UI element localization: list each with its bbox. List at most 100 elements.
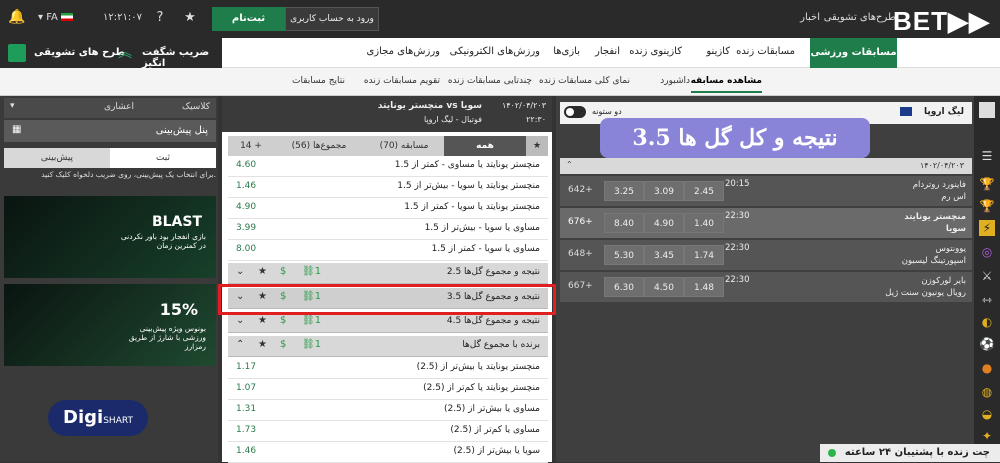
calculator-icon[interactable]: ▦ [12,124,21,135]
language-select[interactable]: ▾ FA [38,12,74,23]
odd-home[interactable]: 1.40 [684,213,724,233]
odd-home[interactable]: 1.74 [684,245,724,265]
subnav-match-view[interactable]: مشاهده مسابقه [690,76,762,93]
link-icon[interactable]: ⛓1 [302,339,321,350]
odd-draw[interactable]: 4.90 [644,213,684,233]
favorites-tab-icon[interactable]: ★ [526,136,548,156]
odd-away[interactable]: 5.30 [604,245,644,265]
tab-prediction[interactable]: پیش‌بینی [4,148,110,168]
market-row[interactable]: منچستر یونایتد یا سویا - بیش‌تر از 1.5 1.… [228,177,548,198]
market-row[interactable]: منچستر یونایتد یا کم‌تر از (2.5) 1.07 [228,379,548,400]
market-row[interactable]: منچستر یونایتد یا مساوی - کمتر از 1.5 4.6… [228,156,548,177]
swords-icon[interactable]: ⚔ [979,268,995,284]
link-icon[interactable]: ⛓1 [302,315,321,326]
market-group[interactable]: نتیجه و مجموع گل‌ها 2.5 ⌄ ★ $ ⛓1 [228,263,548,284]
site-logo[interactable]: BET▶▶ [893,6,990,37]
tab-match[interactable]: مسابقه (70) [364,136,444,156]
chevron-up-icon[interactable]: ⌃ [566,160,573,169]
odds-format-select[interactable]: کلاسیک [182,102,210,112]
market-group[interactable]: برنده با مجموع گل‌ها ⌃ ★ $ ⛓1 [228,336,548,357]
trophy-icon[interactable]: 🏆 [979,176,995,192]
nav-live[interactable]: مسابقات زنده [736,46,795,57]
two-column-toggle[interactable] [564,106,586,118]
volleyball-icon[interactable]: ◍ [979,384,995,400]
odd-draw[interactable]: 3.45 [644,245,684,265]
soccer-icon[interactable]: ⚽ [979,336,995,352]
crypto-bonus-banner[interactable]: 15% بونوس ویژه پیش‌بینی ورزشی با شارژ از… [4,284,216,366]
star-icon[interactable]: ★ [258,315,267,326]
selection-odd[interactable]: 1.73 [236,425,256,435]
badminton-icon[interactable]: ✦ [979,428,995,444]
nav-virtual[interactable]: ورزش‌های مجازی [366,46,440,57]
star-icon[interactable]: ★ [182,10,198,26]
register-button[interactable]: ثبت‌نام [212,7,285,31]
odd-draw[interactable]: 3.09 [644,181,684,201]
subnav-dashboard[interactable]: داشبورد [660,76,690,86]
odd-away[interactable]: 3.25 [604,181,644,201]
tab-all[interactable]: همه [444,136,526,156]
star-icon[interactable]: ★ [258,339,267,350]
market-group[interactable]: نتیجه و مجموع گل‌ها 4.5 ⌄ ★ $ ⛓1 [228,312,548,333]
menu-icon[interactable]: ☰ [979,148,995,164]
odds-type-select[interactable]: اعشاری [104,102,134,112]
lightning-icon[interactable]: ⚡ [979,220,995,236]
subnav-live-overview[interactable]: نمای کلی مسابقات زنده [539,76,630,86]
odd-home[interactable]: 2.45 [684,181,724,201]
match-row[interactable]: بایر لورکوزن رویال یونیون سنت ژیل 22:30 1… [560,272,972,302]
odd-away[interactable]: 8.40 [604,213,644,233]
selection-odd[interactable]: 1.17 [236,362,256,372]
subnav-results[interactable]: نتایج مسابقات [292,76,345,86]
promotions-link[interactable]: طرح‌های تشویقی [824,12,896,23]
trophy-icon[interactable]: 🏆 [979,198,995,214]
market-row[interactable]: مساوی یا سویا - کمتر از 1.5 8.00 [228,240,548,261]
login-button[interactable]: ورود به حساب کاربری [285,7,379,31]
tab-submit[interactable]: ثبت [110,148,216,168]
match-row[interactable]: فاینورد روتردام اس رم 20:15 2.45 3.09 3.2… [560,176,972,206]
market-row[interactable]: سویا یا بیش‌تر از (2.5) 1.46 [228,442,548,463]
promotions-button[interactable]: طرح های تشویقی [34,47,125,58]
dumbbell-icon[interactable]: ⇿ [979,292,995,308]
selection-odd[interactable]: 1.46 [236,181,256,191]
match-row[interactable]: یوونتوس اسپورتینگ لیسبون 22:30 1.74 3.45 … [560,240,972,270]
news-link[interactable]: اخبار [800,12,820,23]
odd-away[interactable]: 6.30 [604,277,644,297]
chevron-down-icon[interactable]: ⌄ [236,315,244,326]
collapse-icon[interactable] [979,102,995,118]
selection-odd[interactable]: 1.31 [236,404,256,414]
nav-casino[interactable]: کازینو [706,46,730,57]
selection-odd[interactable]: 4.60 [236,160,256,170]
market-row[interactable]: مساوی یا سویا - بیش‌تر از 1.5 3.99 [228,219,548,240]
chevron-up-icon[interactable]: ⌃ [236,339,244,350]
multiplier-button[interactable]: ضریب شگفت انگیز [142,47,222,69]
help-icon[interactable]: ? [152,10,168,26]
blast-banner[interactable]: BLAST بازی انفجار بود باور نکردنی در کمت… [4,196,216,278]
basketball-icon[interactable]: ● [979,360,995,376]
live-chat-button[interactable]: چت زنده با پشتیبان ۲۴ ساعته [820,444,1000,462]
more-markets[interactable]: 676+ [568,217,593,227]
nav-esports[interactable]: ورزش‌های الکترونیکی [450,46,540,57]
selection-odd[interactable]: 1.07 [236,383,256,393]
dollar-icon[interactable]: $ [280,266,286,277]
tennis-icon[interactable]: ◐ [979,314,995,330]
tab-totals[interactable]: مجموع‌ها (56) [274,136,364,156]
more-markets[interactable]: 642+ [568,185,593,195]
market-row[interactable]: مساوی یا بیش‌تر از (2.5) 1.31 [228,400,548,421]
selection-odd[interactable]: 1.46 [236,446,256,456]
more-markets[interactable]: 648+ [568,249,593,259]
star-icon[interactable]: ★ [258,266,267,277]
chevron-down-icon[interactable]: ⌄ [236,266,244,277]
nav-crash[interactable]: انفجار [595,46,620,57]
subnav-live-calendar[interactable]: تقویم مسابقات زنده [364,76,440,86]
esports-icon[interactable]: ◎ [979,244,995,260]
more-markets[interactable]: 667+ [568,281,593,291]
nav-live-casino[interactable]: کازینوی زنده [629,46,682,57]
match-row-selected[interactable]: منچستر یونایتد سویا 22:30 1.40 4.90 8.40 … [560,208,972,238]
bell-icon[interactable]: 🔔 [8,9,25,25]
selection-odd[interactable]: 4.90 [236,202,256,212]
gift-icon[interactable] [8,44,26,62]
dollar-icon[interactable]: $ [280,339,286,350]
odd-draw[interactable]: 4.50 [644,277,684,297]
tennis-ball-icon[interactable]: ◒ [979,406,995,422]
selection-odd[interactable]: 3.99 [236,223,256,233]
selection-odd[interactable]: 8.00 [236,244,256,254]
